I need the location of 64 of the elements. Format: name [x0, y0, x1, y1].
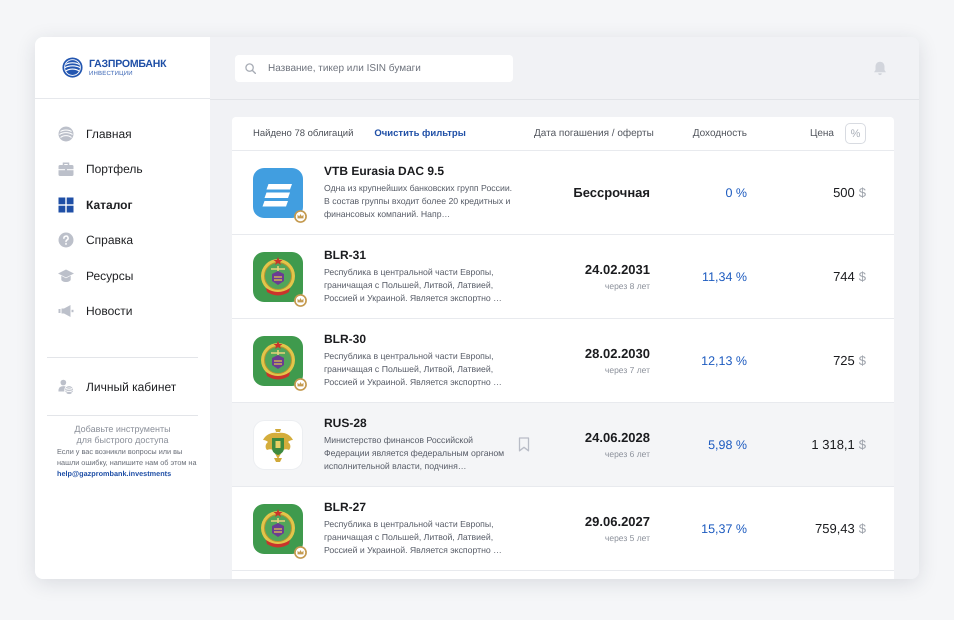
coat-of-arms-icon	[253, 252, 303, 302]
yield-value: 15,37 %	[701, 522, 747, 536]
yield-value: 0 %	[725, 186, 747, 200]
currency-sign: $	[858, 353, 866, 368]
price-value: 759,43	[815, 521, 855, 536]
yield-value: 11,34 %	[702, 270, 747, 284]
bond-name: BLR-27	[324, 500, 368, 514]
graduation-cap-icon	[58, 268, 74, 284]
currency-sign: $	[858, 437, 866, 452]
nav-item[interactable]: Каталог	[35, 187, 210, 222]
price-value: 744	[833, 269, 855, 284]
help-icon	[58, 232, 74, 248]
time-to-maturity: через 7 лет	[604, 365, 650, 375]
price-value: 500	[833, 185, 855, 200]
bond-row[interactable]: RUS-28 Министерство финансов Российской Федерации является федеральным органом исполнительной власти, подчиня… 24.06.2028 через 6 лет 5,98 % 1 318,1 $	[232, 403, 894, 487]
time-to-maturity: через 5 лет	[604, 533, 650, 543]
user-icon	[58, 378, 74, 394]
column-header[interactable]: Цена	[810, 128, 834, 139]
coat-of-arms-icon	[253, 336, 303, 386]
search-field[interactable]: Название, тикер или ISIN бумаги	[235, 54, 513, 82]
currency-sign: $	[858, 521, 866, 536]
currency-sign: $	[858, 185, 866, 200]
maturity-date: 28.02.2030	[584, 346, 650, 361]
clear-filters-link[interactable]: Очистить фильтры	[374, 128, 466, 139]
yield-value: 12,13 %	[701, 354, 747, 368]
maturity-date: 24.06.2028	[584, 430, 650, 445]
grid-icon	[58, 196, 74, 213]
maturity-date: 24.02.2031	[584, 262, 650, 277]
bond-description: Республика в центральной части Европы, граничащая с Польшей, Литвой, Латвией, Россией и Украиной. Является экспортно …	[324, 350, 503, 389]
currency-sign: $	[858, 269, 866, 284]
nav-item[interactable]: Портфель	[35, 152, 210, 187]
globe-icon	[58, 126, 74, 142]
nav-item[interactable]: Главная	[35, 116, 210, 152]
found-count: Найдено 78 облигаций	[253, 128, 354, 139]
striped-logo-icon	[253, 168, 303, 218]
bond-name: VTB Eurasia DAC 9.5	[324, 164, 446, 178]
eagle-emblem-icon	[253, 420, 303, 470]
bell-icon[interactable]	[873, 60, 887, 76]
nav-item[interactable]: Справка	[35, 222, 210, 258]
bond-description: Одна из крупнейших банковских групп России. В состав группы входит более 20 кредитных и финансовых компаний. Напр…	[324, 182, 514, 221]
coat-of-arms-icon	[253, 504, 303, 554]
bond-name: BLR-31	[324, 248, 368, 262]
bond-description: Республика в центральной части Европы, граничащая с Польшей, Литвой, Латвией, Россией и Украиной. Является экспортно …	[324, 518, 503, 557]
price-value: 725	[833, 353, 855, 368]
bond-name: RUS-28	[324, 416, 368, 430]
bond-name: BLR-30	[324, 332, 368, 346]
maturity-date: 29.06.2027	[584, 514, 650, 529]
maturity-date: Бессрочная	[573, 185, 650, 200]
favorites-hint: Добавьте инструменты для быстрого доступа	[73, 424, 172, 446]
search-icon	[245, 62, 256, 74]
price-value: 1 318,1	[811, 437, 855, 452]
bond-description: Министерство финансов Российской Федерации является федеральным органом исполнительной власти, подчиня…	[324, 434, 506, 473]
time-to-maturity: через 6 лет	[604, 449, 650, 459]
briefcase-icon	[58, 161, 74, 178]
bookmark-icon[interactable]	[518, 437, 530, 452]
megaphone-icon	[58, 303, 74, 320]
account-link[interactable]: Личный кабинет	[35, 358, 210, 415]
nav-item[interactable]: Новости	[35, 294, 210, 329]
bond-description: Республика в центральной части Европы, граничащая с Польшей, Литвой, Латвией, Россией и Украиной. Является экспортно …	[324, 266, 503, 305]
nav-item[interactable]: Ресурсы	[35, 258, 210, 294]
yield-value: 5,98 %	[708, 438, 747, 452]
globe-logo-icon[interactable]	[62, 57, 83, 78]
brand-name: ГАЗПРОМБАНК	[89, 58, 166, 70]
time-to-maturity: через 8 лет	[604, 281, 650, 291]
